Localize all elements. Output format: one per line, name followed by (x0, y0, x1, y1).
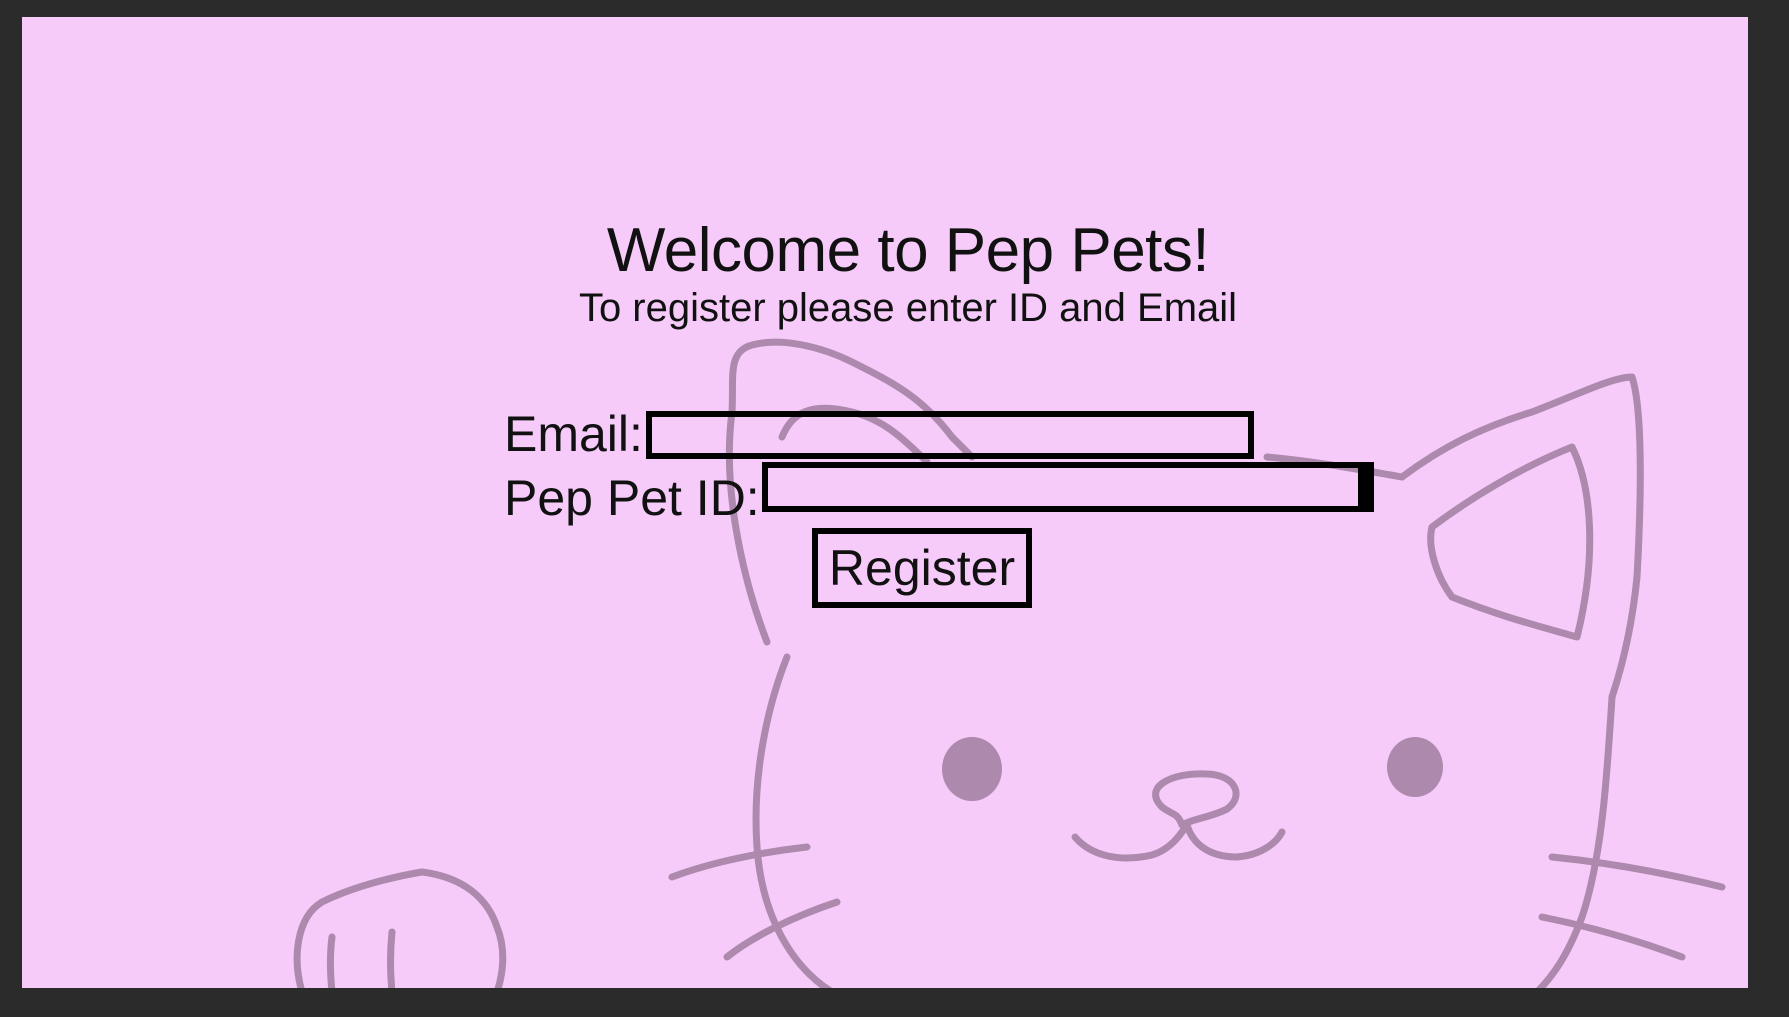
page-subtitle: To register please enter ID and Email (578, 286, 1238, 330)
cat-left-eye (942, 737, 1002, 801)
cat-right-whisker-top (1548, 853, 1726, 891)
pet-id-field[interactable] (762, 462, 1374, 512)
pet-id-label: Pep Pet ID: (504, 470, 760, 526)
email-field[interactable] (646, 411, 1254, 459)
cat-right-ear (1398, 373, 1644, 701)
email-label: Email: (504, 406, 643, 462)
cat-paw-toe-line-1 (327, 933, 336, 988)
cat-right-inner-ear (1427, 443, 1594, 641)
cat-left-whisker-top (668, 843, 811, 881)
register-button[interactable]: Register (812, 528, 1032, 608)
cat-left-whisker-bottom (723, 898, 841, 961)
cat-nose (1152, 770, 1240, 829)
cat-mouth (1071, 821, 1286, 862)
cat-right-cheek (1535, 693, 1616, 988)
cat-paw-toe-line-2 (387, 928, 396, 988)
cat-right-eye (1387, 737, 1443, 797)
cat-left-cheek (752, 653, 833, 988)
page-title: Welcome to Pep Pets! (606, 216, 1210, 285)
